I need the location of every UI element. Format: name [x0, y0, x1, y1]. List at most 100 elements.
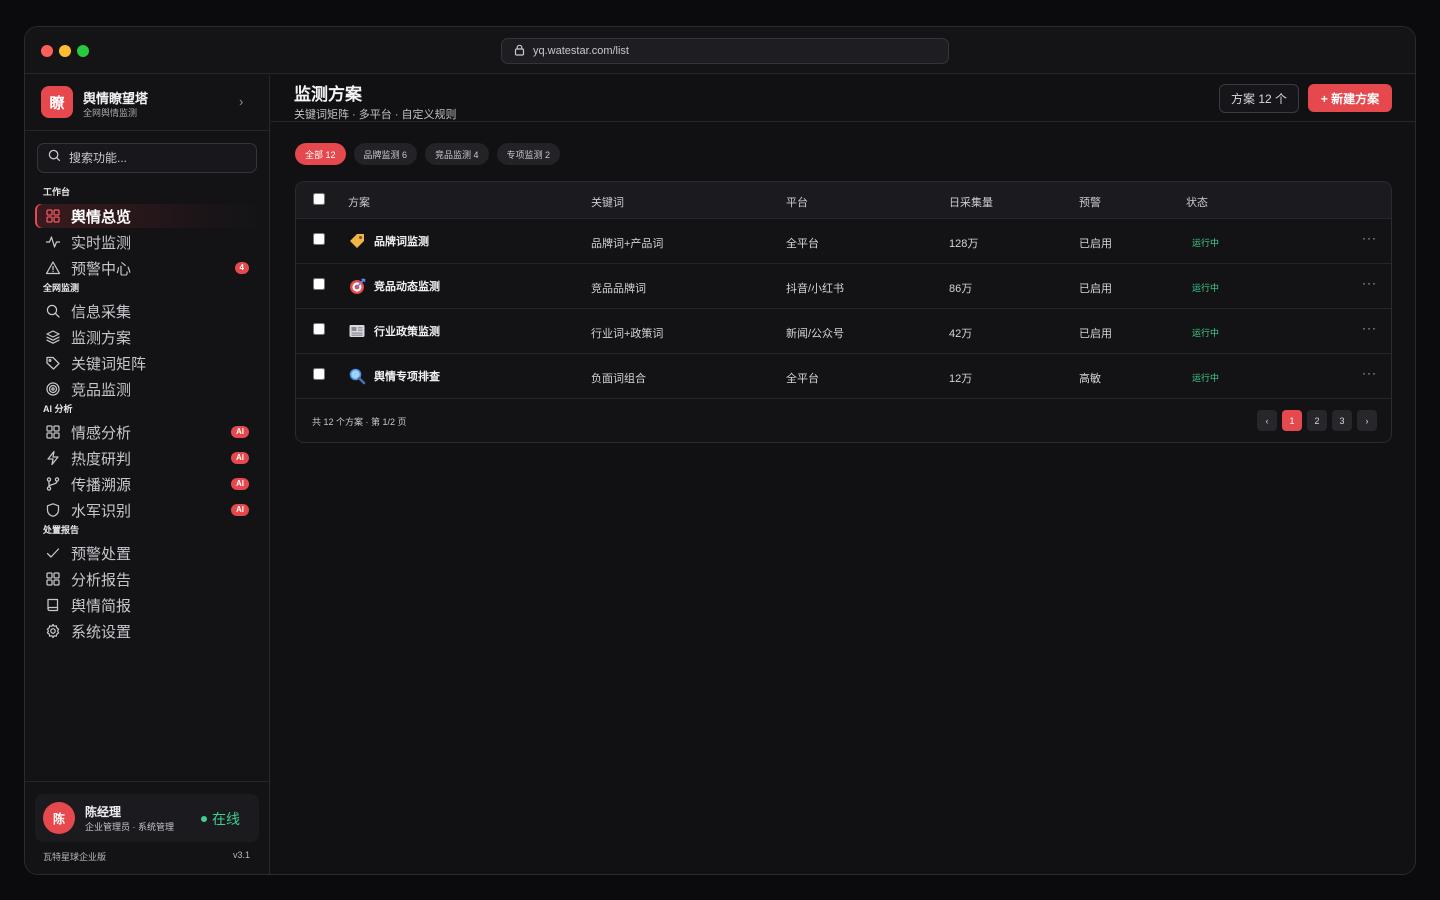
online-status: 在线	[201, 809, 240, 829]
row-checkbox[interactable]	[313, 368, 325, 380]
magnifier-emoji	[348, 367, 366, 385]
search-input[interactable]	[69, 151, 239, 165]
column-header-plan[interactable]: 方案	[348, 194, 370, 210]
close-window-button[interactable]	[41, 45, 53, 57]
more-actions-icon[interactable]: ···	[1362, 321, 1377, 335]
row-checkbox[interactable]	[313, 278, 325, 290]
grid-icon	[45, 208, 61, 224]
sidebar-item-label: 实时监测	[71, 234, 132, 252]
sidebar-item[interactable]: 热度研判 AI	[35, 446, 259, 470]
sidebar-item[interactable]: 预警处置	[35, 541, 259, 565]
sidebar-item[interactable]: 实时监测	[35, 230, 259, 254]
address-bar[interactable]: yq.watestar.com/list	[501, 38, 949, 64]
sidebar-item-label: 舆情简报	[71, 597, 132, 615]
plan-count-button[interactable]: 方案 12 个	[1219, 84, 1300, 113]
search-box[interactable]	[37, 143, 257, 173]
brand-subtitle: 全网舆情监测	[83, 108, 138, 118]
sidebar-item[interactable]: 水军识别 AI	[35, 498, 259, 522]
search-icon	[48, 149, 61, 167]
more-actions-icon[interactable]: ···	[1362, 366, 1377, 380]
chevron-right-icon[interactable]: ›	[239, 94, 243, 109]
new-plan-button[interactable]: + 新建方案	[1308, 84, 1392, 112]
table-row[interactable]: 行业政策监测 行业词+政策词 新闻/公众号 42万 已启用 运行中 ···	[296, 309, 1391, 354]
target-emoji	[348, 277, 366, 295]
minimize-window-button[interactable]	[59, 45, 71, 57]
filter-chip[interactable]: 全部 12	[295, 143, 346, 165]
table-row[interactable]: 舆情专项排查 负面词组合 全平台 12万 高敏 运行中 ···	[296, 354, 1391, 399]
more-actions-icon[interactable]: ···	[1362, 276, 1377, 290]
sidebar-item-label: 关键词矩阵	[71, 355, 147, 373]
select-all-checkbox[interactable]	[313, 193, 325, 205]
page-subtitle: 关键词矩阵 · 多平台 · 自定义规则	[294, 109, 457, 121]
plan-name-cell[interactable]: 舆情专项排查	[348, 367, 440, 385]
more-actions-icon[interactable]: ···	[1362, 231, 1377, 245]
user-card[interactable]: 陈 陈经理 企业管理员 · 系统管理 在线	[35, 794, 259, 842]
filter-chip[interactable]: 专项监测 2	[496, 143, 561, 165]
keywords-cell: 品牌词+产品词	[591, 238, 664, 250]
count-badge: AI	[231, 504, 249, 516]
platform-cell: 抖音/小红书	[786, 283, 845, 295]
grid-icon	[45, 571, 61, 587]
sidebar-item[interactable]: 监测方案	[35, 325, 259, 349]
table-row[interactable]: 品牌词监测 品牌词+产品词 全平台 128万 已启用 运行中 ···	[296, 219, 1391, 264]
alert-cell: 已启用	[1079, 328, 1112, 340]
sidebar-item[interactable]: 竞品监测	[35, 377, 259, 401]
target-icon	[45, 381, 61, 397]
sidebar-item-label: 监测方案	[71, 329, 132, 347]
daily-volume-cell: 12万	[949, 373, 973, 385]
sidebar-item-label: 预警中心	[71, 260, 132, 278]
main-content: 监测方案 关键词矩阵 · 多平台 · 自定义规则 方案 12 个 + 新建方案 …	[271, 75, 1415, 874]
column-header-keywords[interactable]: 关键词	[591, 194, 624, 210]
newspaper-emoji	[348, 322, 366, 340]
sidebar-item-label: 情感分析	[71, 424, 132, 442]
platform-cell: 新闻/公众号	[786, 328, 845, 340]
sidebar-item-label: 系统设置	[71, 623, 132, 641]
sidebar-item[interactable]: 分析报告	[35, 567, 259, 591]
prev-page-button[interactable]: ‹	[1257, 410, 1277, 431]
page-title: 监测方案	[294, 85, 362, 104]
sidebar-item[interactable]: 情感分析 AI	[35, 420, 259, 444]
plan-name: 舆情专项排查	[374, 371, 440, 383]
platform-cell: 全平台	[786, 238, 819, 250]
plan-name-cell[interactable]: 品牌词监测	[348, 232, 429, 250]
pagination: ‹ 1 2 3 ›	[1257, 410, 1377, 431]
sidebar-item-label: 预警处置	[71, 545, 132, 563]
plan-name-cell[interactable]: 行业政策监测	[348, 322, 440, 340]
sidebar-item[interactable]: 舆情简报	[35, 593, 259, 617]
alert-cell: 已启用	[1079, 283, 1112, 295]
maximize-window-button[interactable]	[77, 45, 89, 57]
sidebar-item[interactable]: 传播溯源 AI	[35, 472, 259, 496]
row-checkbox[interactable]	[313, 323, 325, 335]
table-row[interactable]: 竞品动态监测 竞品品牌词 抖音/小红书 86万 已启用 运行中 ···	[296, 264, 1391, 309]
status-badge: 运行中	[1192, 283, 1220, 293]
brand-header[interactable]: 瞭 舆情瞭望塔 全网舆情监测 ›	[25, 75, 270, 131]
online-status-label: 在线	[212, 811, 240, 827]
daily-volume-cell: 86万	[949, 283, 973, 295]
plan-name-cell[interactable]: 竞品动态监测	[348, 277, 440, 295]
column-header-alert[interactable]: 预警	[1079, 194, 1101, 210]
layers-icon	[45, 329, 61, 345]
title-bar: yq.watestar.com/list	[25, 27, 1415, 74]
column-header-platform[interactable]: 平台	[786, 194, 808, 210]
table-summary: 共 12 个方案 · 第 1/2 页	[312, 417, 407, 427]
column-header-status[interactable]: 状态	[1186, 194, 1208, 210]
sidebar-item[interactable]: 系统设置	[35, 619, 259, 643]
page-header: 监测方案 关键词矩阵 · 多平台 · 自定义规则 方案 12 个 + 新建方案	[271, 75, 1415, 122]
sidebar-item[interactable]: 关键词矩阵	[35, 351, 259, 375]
page-button[interactable]: 1	[1282, 410, 1302, 431]
sidebar-item[interactable]: 预警中心 4	[35, 256, 259, 280]
sidebar-item[interactable]: 信息采集	[35, 299, 259, 323]
avatar: 陈	[43, 802, 75, 834]
page-button[interactable]: 2	[1307, 410, 1327, 431]
plans-table: 方案 关键词 平台 日采集量 预警 状态 品牌词监测 品牌词+产品词 全平台 128万…	[295, 181, 1392, 443]
tag-emoji	[348, 232, 366, 250]
next-page-button[interactable]: ›	[1357, 410, 1377, 431]
filter-chip[interactable]: 竞品监测 4	[425, 143, 489, 165]
row-checkbox[interactable]	[313, 233, 325, 245]
sidebar-footer: 陈 陈经理 企业管理员 · 系统管理 在线 瓦特星球企业版 v3.1	[25, 781, 270, 874]
sidebar-item[interactable]: 舆情总览	[35, 204, 259, 228]
column-header-daily[interactable]: 日采集量	[949, 194, 993, 210]
zap-icon	[45, 450, 61, 466]
page-button[interactable]: 3	[1332, 410, 1352, 431]
filter-chip[interactable]: 品牌监测 6	[353, 143, 418, 165]
